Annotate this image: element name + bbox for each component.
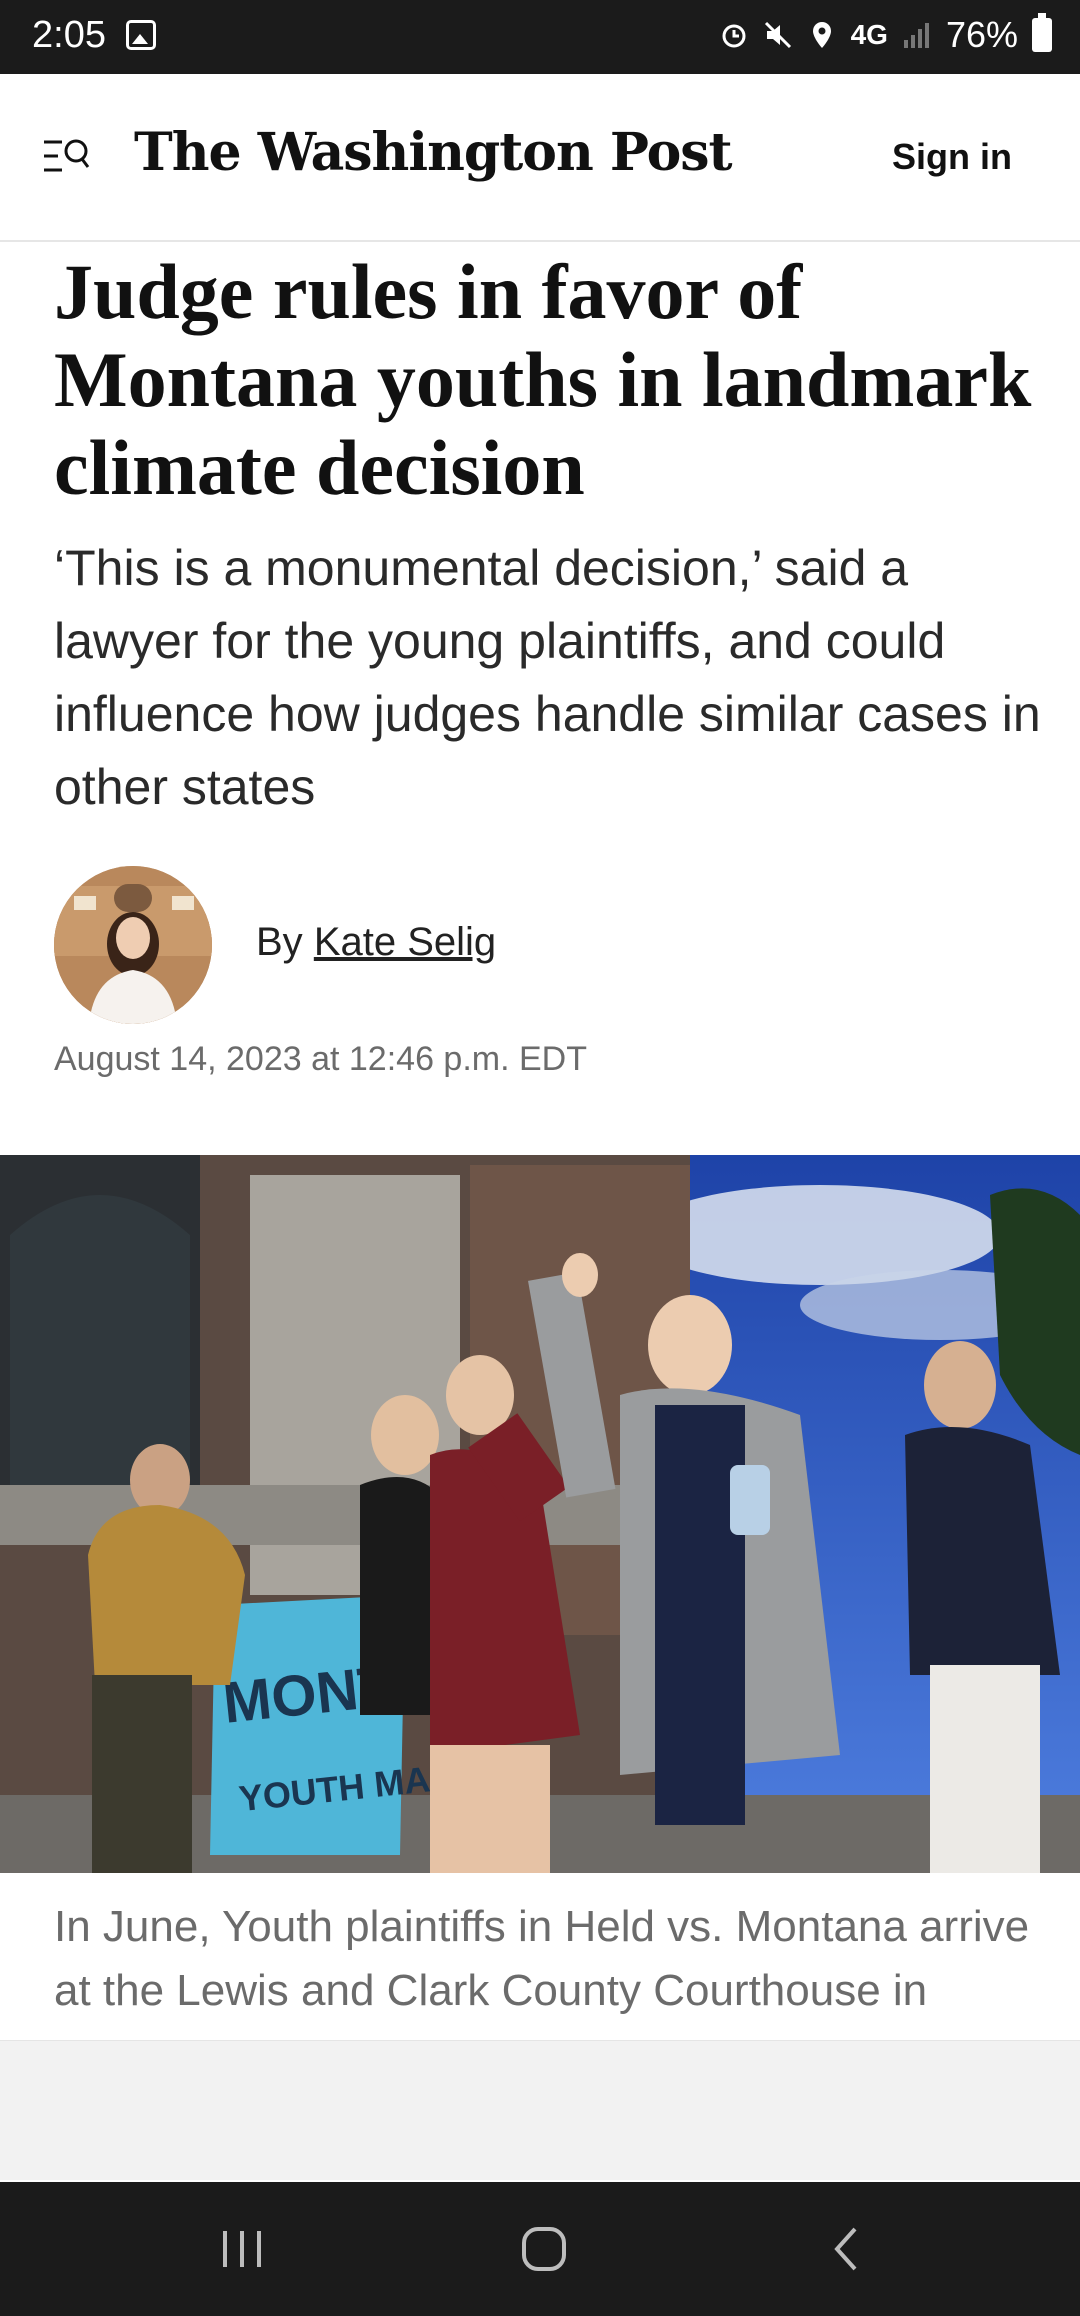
- system-nav-bar: [0, 2182, 1080, 2316]
- ad-placeholder: [0, 2040, 1080, 2180]
- back-button[interactable]: [756, 2182, 936, 2316]
- byline: By Kate Selig: [256, 920, 496, 965]
- article-dek: ‘This is a monumental decision,’ said a …: [54, 540, 1041, 815]
- battery-percent: 76%: [945, 14, 1018, 55]
- article-headline: Judge rules in favor of Montana youths i…: [54, 248, 1032, 511]
- lead-photo[interactable]: MONTANA YOUTH MAKING: [0, 1155, 1080, 1873]
- lead-photo-image: MONTANA YOUTH MAKING: [0, 1155, 1080, 1873]
- brand-logo[interactable]: The Washington Post: [134, 122, 733, 183]
- author-link[interactable]: Kate Selig: [314, 920, 496, 964]
- gallery-icon: [126, 20, 156, 50]
- byline-prefix: By: [256, 920, 303, 964]
- author-avatar[interactable]: [54, 866, 212, 1024]
- photo-caption: In June, Youth plaintiffs in Held vs. Mo…: [54, 1902, 1030, 2037]
- mute-icon: [764, 21, 791, 49]
- home-icon: [522, 2227, 566, 2271]
- network-label: 4G: [850, 19, 888, 50]
- publish-date: August 14, 2023 at 12:46 p.m. EDT: [54, 1040, 587, 1078]
- sign-in-button[interactable]: Sign in: [892, 136, 1012, 178]
- recents-icon: [223, 2231, 261, 2267]
- signal-icon: [903, 23, 929, 48]
- back-icon: [834, 2227, 857, 2271]
- status-icons: 4G 76%: [719, 13, 1052, 56]
- site-header: The Washington Post Sign in: [0, 74, 1080, 242]
- recents-button[interactable]: [152, 2182, 332, 2316]
- status-time: 2:05: [32, 14, 106, 56]
- battery-icon: [1032, 13, 1052, 52]
- alarm-icon: [722, 24, 746, 48]
- menu-search-icon[interactable]: [44, 136, 90, 176]
- home-button[interactable]: [454, 2182, 634, 2316]
- location-icon: [812, 22, 831, 48]
- status-bar: 2:05 4G 76%: [0, 0, 1080, 74]
- author-photo: [54, 866, 212, 1024]
